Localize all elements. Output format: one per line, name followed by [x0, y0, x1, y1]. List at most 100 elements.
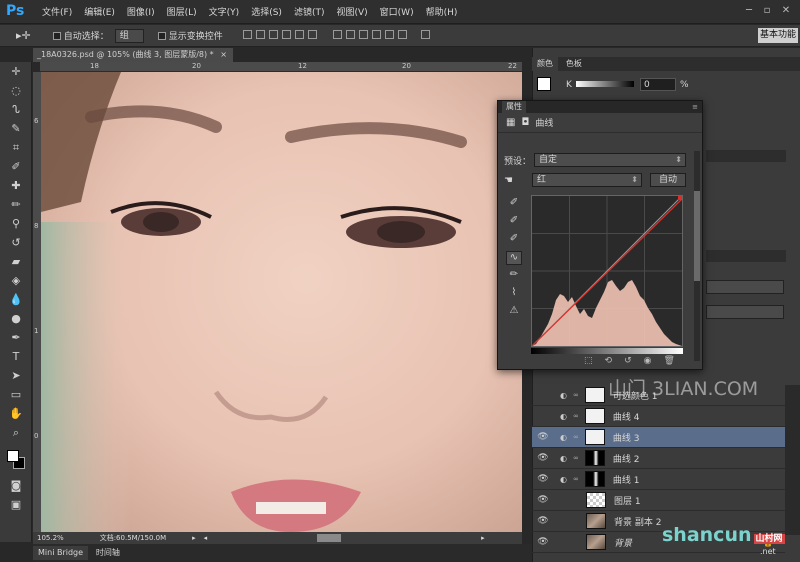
mask-link-icon[interactable]: ∞ — [573, 454, 579, 462]
layer-visibility-eye-icon[interactable]: 👁 — [536, 432, 550, 442]
smooth-curve-icon[interactable]: ⌇ — [506, 287, 522, 301]
mask-icon[interactable]: ◘ — [521, 117, 529, 128]
quick-mask-icon[interactable]: ◙ — [0, 476, 32, 495]
delete-adjustment-icon[interactable]: 🗑 — [663, 356, 674, 366]
quick-select-tool-icon[interactable]: ✎ — [0, 119, 32, 138]
move-tool-icon[interactable]: ▸✛ — [16, 29, 31, 42]
properties-scroll-thumb[interactable] — [694, 191, 700, 281]
history-brush-icon[interactable]: ↺ — [0, 233, 32, 252]
auto-select-dropdown[interactable]: 组 — [114, 28, 144, 43]
channel-dropdown[interactable]: 红 — [532, 173, 642, 187]
layer-thumbnail[interactable] — [584, 387, 605, 403]
tab-swatches[interactable]: 色板 — [561, 57, 587, 71]
horizontal-scroll-left-icon[interactable]: ◂ — [204, 532, 208, 544]
horizontal-scroll-right-icon[interactable]: ▸ — [481, 532, 485, 544]
layer-visibility-eye-icon[interactable]: 👁 — [536, 495, 550, 505]
tab-mini-bridge[interactable]: Mini Bridge — [33, 546, 89, 560]
color-swatches[interactable] — [0, 448, 31, 476]
align-icons[interactable] — [241, 29, 319, 42]
mask-link-icon[interactable]: ∞ — [573, 412, 579, 420]
restore-button[interactable]: ▫ — [760, 4, 774, 18]
layer-thumbnail[interactable] — [584, 450, 605, 466]
visibility-toggle-icon[interactable]: ◉ — [644, 356, 652, 366]
white-point-eyedropper-icon[interactable]: ✐ — [506, 233, 522, 247]
shape-tool-icon[interactable]: ▭ — [0, 385, 32, 404]
layer-filter-field[interactable] — [706, 280, 784, 294]
crop-tool-icon[interactable]: ⌗ — [0, 138, 32, 157]
close-window-button[interactable]: ✕ — [779, 4, 793, 18]
menu-image[interactable]: 图像(I) — [121, 5, 161, 18]
minimize-button[interactable]: ─ — [742, 4, 756, 18]
clip-to-layer-icon[interactable]: ⬚ — [584, 356, 593, 366]
layer-thumbnail[interactable] — [586, 513, 606, 529]
blur-tool-icon[interactable]: 💧 — [0, 290, 32, 309]
status-menu-arrow-icon[interactable]: ▸ — [192, 532, 196, 544]
menu-select[interactable]: 选择(S) — [245, 5, 288, 18]
pen-tool-icon[interactable]: ✒ — [0, 328, 32, 347]
layer-row[interactable]: 👁 ◐ ∞ 曲线 3 — [532, 427, 785, 448]
paint-bucket-icon[interactable]: ◈ — [0, 271, 32, 290]
menu-file[interactable]: 文件(F) — [36, 5, 78, 18]
properties-scrollbar[interactable] — [694, 151, 700, 361]
curve-point-tool-icon[interactable]: ∿ — [506, 251, 522, 265]
layer-visibility-eye-icon[interactable]: 👁 — [536, 516, 550, 526]
color-panel-swatch[interactable] — [537, 77, 551, 91]
layer-thumbnail[interactable] — [584, 471, 605, 487]
black-point-eyedropper-icon[interactable]: ✐ — [506, 197, 522, 211]
workspace-button[interactable]: 基本功能 — [758, 28, 798, 43]
layer-row[interactable]: 👁 ◐ ∞ 曲线 1 — [532, 469, 785, 490]
eraser-tool-icon[interactable]: ▰ — [0, 252, 32, 271]
menu-view[interactable]: 视图(V) — [330, 5, 373, 18]
previous-state-icon[interactable]: ⟲ — [605, 356, 613, 366]
close-document-icon[interactable]: × — [220, 50, 227, 59]
layer-thumbnail[interactable] — [586, 534, 606, 550]
layer-blend-field[interactable] — [706, 305, 784, 319]
menu-type[interactable]: 文字(Y) — [203, 5, 246, 18]
type-tool-icon[interactable]: T — [0, 347, 32, 366]
menu-layer[interactable]: 图层(L) — [161, 5, 203, 18]
zoom-level[interactable]: 105.2% — [37, 532, 64, 544]
menu-window[interactable]: 窗口(W) — [374, 5, 420, 18]
panel-menu-icon[interactable]: ≡ — [692, 103, 698, 111]
distribute-icons[interactable] — [331, 29, 409, 42]
curve-graph[interactable] — [531, 195, 683, 347]
clone-stamp-icon[interactable]: ⚲ — [0, 214, 32, 233]
path-select-icon[interactable]: ➤ — [0, 366, 32, 385]
menu-help[interactable]: 帮助(H) — [420, 5, 464, 18]
marquee-tool-icon[interactable]: ◌ — [0, 81, 32, 100]
lasso-tool-icon[interactable]: ᔐ — [0, 100, 32, 119]
layer-row[interactable]: ◐ ∞ 曲线 4 — [532, 406, 785, 427]
healing-brush-icon[interactable]: ✚ — [0, 176, 32, 195]
clipping-warning-icon[interactable]: ⚠ — [506, 305, 522, 319]
document-canvas[interactable] — [41, 72, 522, 532]
layer-row[interactable]: 👁 ◐ ∞ 曲线 2 — [532, 448, 785, 469]
move-tool-icon[interactable]: ✛ — [0, 62, 32, 81]
hand-tool-icon[interactable]: ✋ — [0, 404, 32, 423]
menu-filter[interactable]: 滤镜(T) — [288, 5, 331, 18]
foreground-color-swatch[interactable] — [7, 450, 19, 462]
k-slider[interactable] — [576, 81, 634, 87]
layer-row[interactable]: 👁 图层 1 — [532, 490, 785, 511]
show-transform-checkbox[interactable] — [157, 31, 166, 40]
layer-thumbnail[interactable] — [584, 408, 605, 424]
mask-link-icon[interactable]: ∞ — [573, 391, 579, 399]
auto-button[interactable]: 自动 — [650, 173, 686, 187]
layer-visibility-eye-icon[interactable]: 👁 — [536, 453, 550, 463]
target-adjust-hand-icon[interactable]: ☚ — [504, 175, 532, 186]
tab-color[interactable]: 颜色 — [532, 57, 558, 71]
horizontal-scrollbar-thumb[interactable] — [317, 534, 342, 542]
eyedropper-tool-icon[interactable]: ✐ — [0, 157, 32, 176]
pencil-draw-icon[interactable]: ✏ — [506, 269, 522, 283]
document-tab[interactable]: _18A0326.psd @ 105% (曲线 3, 图层蒙版/8) * × — [33, 48, 233, 62]
brush-tool-icon[interactable]: ✏ — [0, 195, 32, 214]
layer-thumbnail[interactable] — [584, 429, 605, 445]
layers-scrollbar[interactable] — [785, 385, 800, 535]
mask-link-icon[interactable]: ∞ — [573, 475, 579, 483]
zoom-tool-icon[interactable]: ⌕ — [0, 423, 32, 442]
layer-visibility-eye-icon[interactable]: 👁 — [536, 537, 550, 547]
menu-edit[interactable]: 编辑(E) — [78, 5, 121, 18]
properties-title[interactable]: 属性 — [502, 101, 526, 113]
gray-point-eyedropper-icon[interactable]: ✐ — [506, 215, 522, 229]
auto-select-checkbox[interactable] — [52, 31, 61, 40]
reset-icon[interactable]: ↺ — [624, 356, 632, 366]
